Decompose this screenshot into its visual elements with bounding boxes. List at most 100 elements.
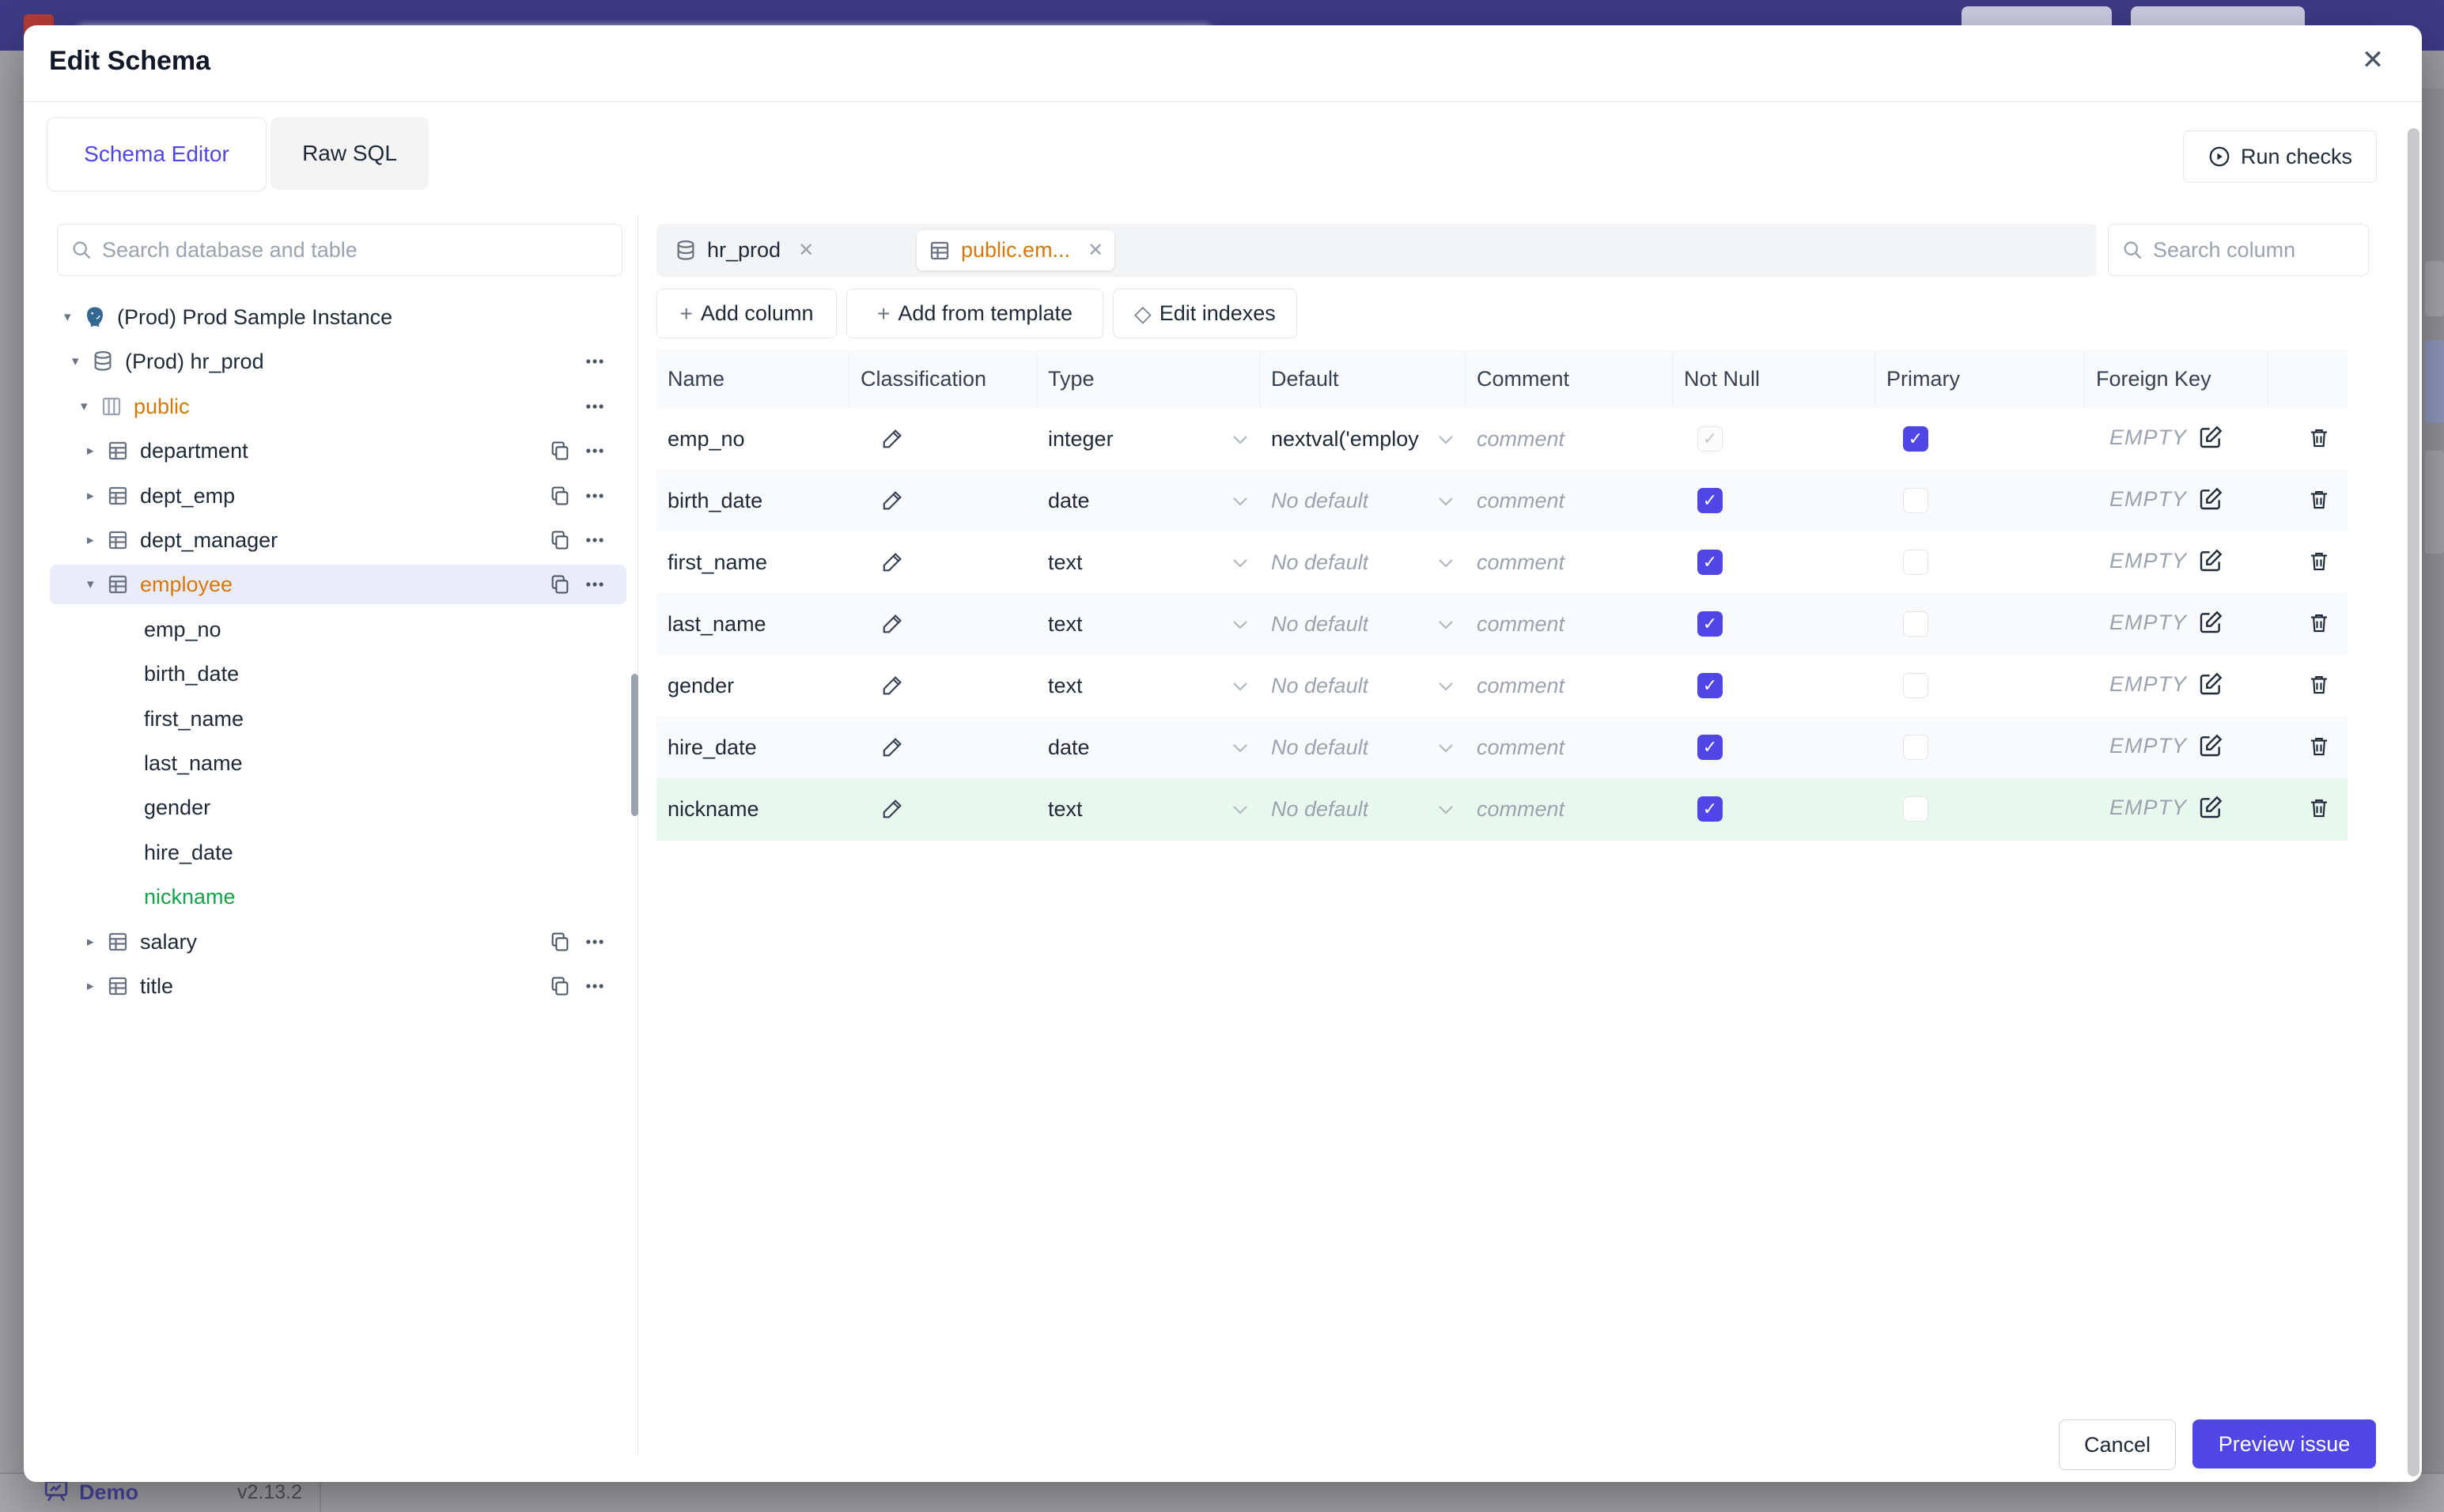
cancel-button[interactable]: Cancel: [2059, 1419, 2176, 1470]
comment-input[interactable]: comment: [1477, 489, 1564, 513]
primary-checkbox[interactable]: [1903, 488, 1928, 513]
edit-box-icon[interactable]: [2198, 548, 2223, 573]
column-default-select[interactable]: No default: [1271, 612, 1368, 637]
pencil-icon[interactable]: [881, 426, 905, 450]
column-type-select[interactable]: date: [1048, 489, 1090, 513]
chevron-down-icon[interactable]: [1437, 496, 1455, 507]
tree-item-public[interactable]: ▾ public: [50, 387, 626, 426]
not-null-checkbox[interactable]: ✓: [1697, 796, 1723, 822]
column-type-select[interactable]: text: [1048, 612, 1083, 637]
chevron-down-icon[interactable]: [1437, 558, 1455, 569]
comment-input[interactable]: comment: [1477, 427, 1564, 452]
caret-right-icon[interactable]: ▸: [87, 488, 106, 504]
not-null-checkbox[interactable]: ✓: [1697, 550, 1723, 575]
more-icon[interactable]: [584, 350, 606, 372]
chevron-down-icon[interactable]: [1231, 558, 1249, 569]
column-name[interactable]: birth_date: [668, 489, 762, 513]
column-name[interactable]: gender: [668, 674, 734, 698]
edit-box-icon[interactable]: [2198, 610, 2223, 635]
primary-checkbox[interactable]: [1903, 611, 1928, 637]
not-null-checkbox[interactable]: ✓: [1697, 611, 1723, 637]
tree-item-employee[interactable]: ▾ employee: [50, 565, 626, 604]
not-null-checkbox[interactable]: ✓: [1697, 488, 1723, 513]
more-icon[interactable]: [584, 529, 606, 551]
primary-checkbox[interactable]: ✓: [1903, 426, 1928, 452]
close-chip-icon[interactable]: ✕: [1088, 239, 1103, 262]
column-default-select[interactable]: No default: [1271, 735, 1368, 760]
caret-down-icon[interactable]: ▾: [72, 353, 91, 369]
trash-icon[interactable]: [2307, 673, 2331, 697]
primary-checkbox[interactable]: [1903, 735, 1928, 760]
column-type-select[interactable]: date: [1048, 735, 1090, 760]
column-name[interactable]: last_name: [668, 612, 766, 637]
more-icon[interactable]: [584, 395, 606, 418]
column-name[interactable]: hire_date: [668, 735, 757, 760]
caret-right-icon[interactable]: ▸: [87, 978, 106, 994]
more-icon[interactable]: [584, 975, 606, 997]
column-default-select[interactable]: No default: [1271, 797, 1368, 822]
pencil-icon[interactable]: [881, 796, 905, 820]
chevron-down-icon[interactable]: [1231, 681, 1249, 692]
tree-item-nickname[interactable]: nickname: [50, 877, 626, 917]
edit-box-icon[interactable]: [2198, 425, 2223, 450]
chevron-down-icon[interactable]: [1231, 804, 1249, 815]
comment-input[interactable]: comment: [1477, 735, 1564, 760]
comment-input[interactable]: comment: [1477, 612, 1564, 637]
chevron-down-icon[interactable]: [1231, 434, 1249, 445]
caret-right-icon[interactable]: ▸: [87, 934, 106, 950]
column-type-select[interactable]: integer: [1048, 427, 1114, 452]
trash-icon[interactable]: [2307, 426, 2331, 450]
not-null-checkbox[interactable]: ✓: [1697, 735, 1723, 760]
search-database-input[interactable]: Search database and table: [57, 224, 622, 276]
column-default-select[interactable]: No default: [1271, 489, 1368, 513]
tree-item-gender[interactable]: gender: [50, 788, 626, 827]
column-name[interactable]: first_name: [668, 550, 767, 575]
tree-item-hire_date[interactable]: hire_date: [50, 833, 626, 872]
comment-input[interactable]: comment: [1477, 797, 1564, 822]
trash-icon[interactable]: [2307, 488, 2331, 512]
column-type-select[interactable]: text: [1048, 550, 1083, 575]
caret-down-icon[interactable]: ▾: [87, 576, 106, 592]
caret-right-icon[interactable]: ▸: [87, 532, 106, 548]
preview-issue-button[interactable]: Preview issue: [2192, 1419, 2376, 1469]
chevron-down-icon[interactable]: [1437, 804, 1455, 815]
chevron-down-icon[interactable]: [1437, 619, 1455, 630]
trash-icon[interactable]: [2307, 735, 2331, 758]
copy-icon[interactable]: [549, 975, 571, 997]
pencil-icon[interactable]: [881, 673, 905, 697]
sidebar-scrollbar-thumb[interactable]: [631, 674, 638, 816]
chevron-down-icon[interactable]: [1437, 681, 1455, 692]
tree-item-last_name[interactable]: last_name: [50, 743, 626, 783]
tab-schema-editor[interactable]: Schema Editor: [47, 117, 267, 191]
copy-icon[interactable]: [549, 931, 571, 953]
copy-icon[interactable]: [549, 573, 571, 595]
caret-down-icon[interactable]: ▾: [81, 399, 100, 414]
chevron-down-icon[interactable]: [1437, 743, 1455, 754]
copy-icon[interactable]: [549, 529, 571, 551]
comment-input[interactable]: comment: [1477, 550, 1564, 575]
search-column-input[interactable]: Search column: [2108, 224, 2369, 276]
tree-item-dept_manager[interactable]: ▸ dept_manager: [50, 520, 626, 560]
pencil-icon[interactable]: [881, 611, 905, 635]
add-from-template-button[interactable]: + Add from template: [846, 289, 1103, 338]
close-chip-icon[interactable]: ✕: [798, 239, 814, 262]
chevron-down-icon[interactable]: [1231, 496, 1249, 507]
modal-scrollbar-thumb[interactable]: [2408, 128, 2419, 1476]
copy-icon[interactable]: [549, 485, 571, 507]
edit-box-icon[interactable]: [2198, 486, 2223, 512]
primary-checkbox[interactable]: [1903, 550, 1928, 575]
tree-item-(Prod) hr_prod[interactable]: ▾ (Prod) hr_prod: [50, 342, 626, 381]
chevron-down-icon[interactable]: [1231, 619, 1249, 630]
run-checks-button[interactable]: Run checks: [2183, 130, 2377, 183]
column-default-select[interactable]: No default: [1271, 674, 1368, 698]
tab-raw-sql[interactable]: Raw SQL: [271, 117, 429, 190]
edit-box-icon[interactable]: [2198, 733, 2223, 758]
more-icon[interactable]: [584, 440, 606, 462]
tree-item-department[interactable]: ▸ department: [50, 431, 626, 471]
not-null-checkbox[interactable]: ✓: [1697, 426, 1723, 452]
more-icon[interactable]: [584, 573, 606, 595]
trash-icon[interactable]: [2307, 796, 2331, 820]
tree-item-title[interactable]: ▸ title: [50, 966, 626, 1006]
column-type-select[interactable]: text: [1048, 797, 1083, 822]
chevron-down-icon[interactable]: [1231, 743, 1249, 754]
